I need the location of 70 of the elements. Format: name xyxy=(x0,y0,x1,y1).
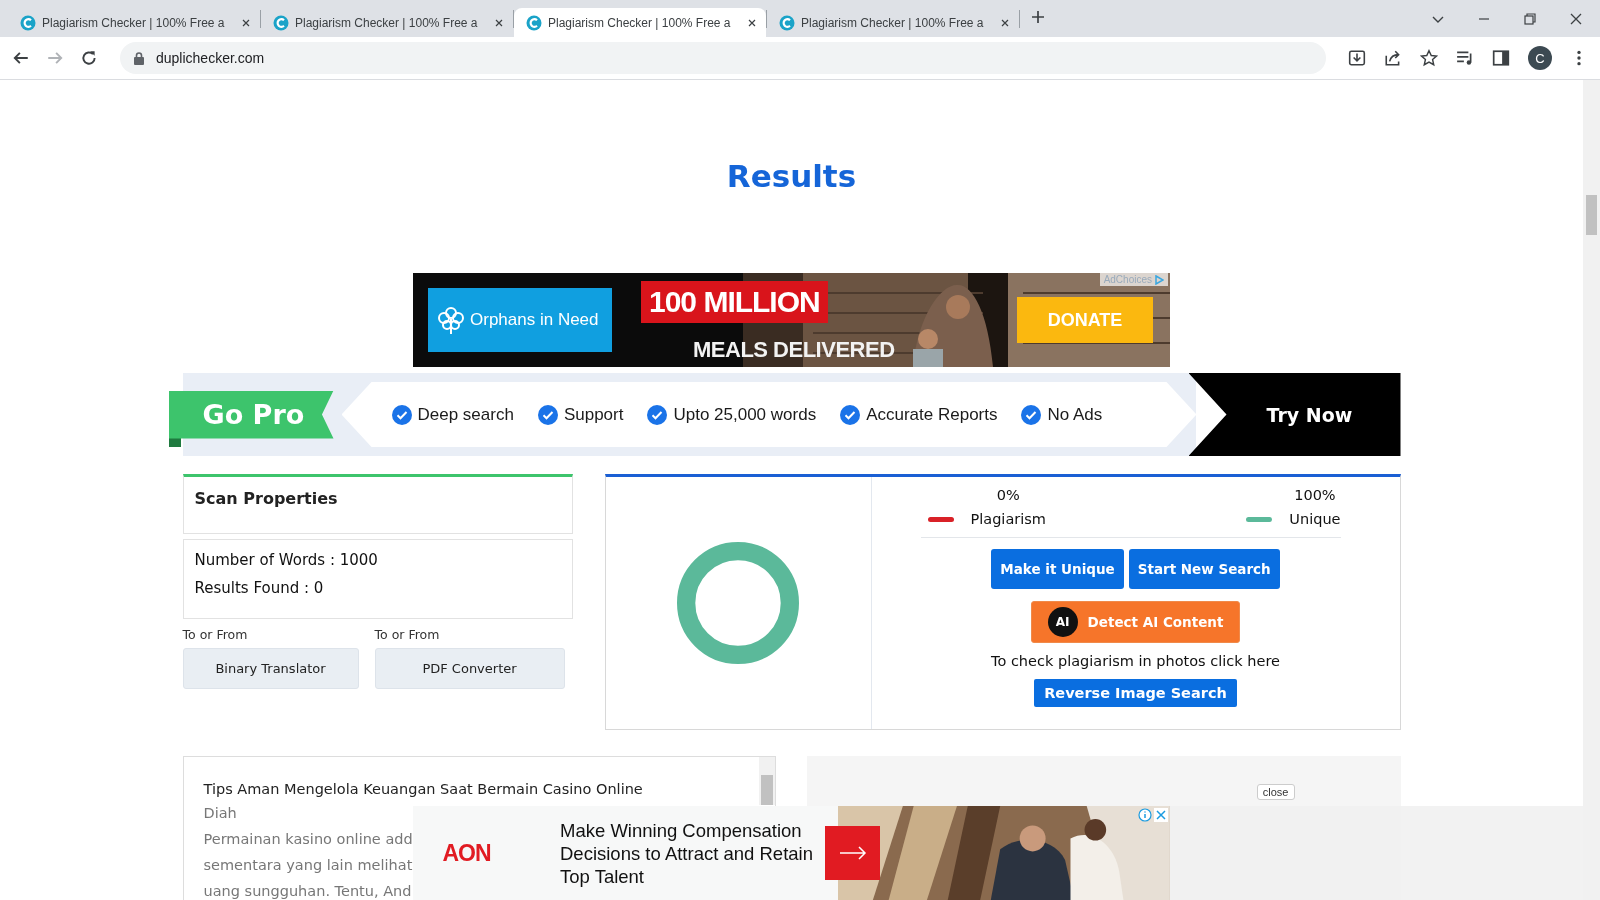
browser-tab[interactable]: Plagiarism Checker | 100% Free a xyxy=(8,8,260,37)
feature-label: Support xyxy=(563,404,624,425)
download-icon[interactable] xyxy=(1348,49,1366,67)
feature-label: Upto 25,000 words xyxy=(673,404,817,425)
bottom-ad[interactable]: AON Make Winning Compensation Decisions to Attract and Retain Top Talent xyxy=(413,806,1170,900)
site-favicon-icon xyxy=(273,14,289,31)
scrollbar[interactable] xyxy=(758,757,775,805)
arrow-icon xyxy=(838,846,867,860)
action-button[interactable]: Start New Search xyxy=(1128,549,1280,589)
lock-icon xyxy=(134,51,144,65)
percent-value: 100% xyxy=(1294,487,1336,503)
site-favicon-icon xyxy=(779,14,795,31)
check-icon xyxy=(647,404,668,425)
detect-ai-button[interactable]: AI Detect AI Content xyxy=(1030,601,1241,643)
check-icon xyxy=(537,404,558,425)
ad-text: Make Winning Compensation Decisions to Attract and Retain Top Talent xyxy=(559,818,814,889)
results-heading: Results xyxy=(726,158,857,196)
close-button[interactable]: close xyxy=(1256,784,1295,800)
reload-icon[interactable] xyxy=(80,49,98,67)
check-icon xyxy=(391,404,412,425)
article-title: Tips Aman Mengelola Keuangan Saat Bermain Casino Online xyxy=(203,781,643,797)
tool-button[interactable]: Binary Translator xyxy=(182,648,359,689)
article-text: Permainan kasino online add xyxy=(203,830,413,849)
flower-icon xyxy=(436,305,466,335)
photo-hint: To check plagiarism in photos click here xyxy=(991,653,1280,669)
tool-button[interactable]: PDF Converter xyxy=(374,648,565,689)
feature-label: Accurate Reports xyxy=(866,404,998,425)
reverse-image-search-button[interactable]: Reverse Image Search xyxy=(1034,679,1237,707)
share-icon[interactable] xyxy=(1384,49,1402,67)
new-tab-icon[interactable] xyxy=(1030,8,1046,25)
legend-label: Unique xyxy=(1289,511,1341,527)
card-title: Scan Properties xyxy=(194,489,338,508)
action-button[interactable]: Make it Unique xyxy=(991,549,1124,589)
feature-label: Deep search xyxy=(417,404,514,425)
scroll-thumb[interactable] xyxy=(1586,195,1597,235)
browser-tab[interactable]: Plagiarism Checker | 100% Free a xyxy=(261,8,513,37)
media-list-icon[interactable] xyxy=(1456,49,1474,67)
go-pro-badge: Go Pro xyxy=(168,390,334,439)
stat-text: Results Found : 0 xyxy=(194,579,325,597)
feature-label: No Ads xyxy=(1047,404,1103,425)
percent-value: 0% xyxy=(996,487,1020,503)
brand-name: Orphans in Need xyxy=(470,310,599,330)
play-triangle-icon xyxy=(1154,274,1164,285)
profile-avatar[interactable]: C xyxy=(1528,46,1552,70)
ad-subline: MEALS DELIVERED xyxy=(693,337,895,363)
ad-headline: 100 MILLION xyxy=(641,281,828,323)
restore-icon[interactable] xyxy=(1522,10,1538,27)
info-icon[interactable] xyxy=(1138,808,1152,822)
legend-label: Plagiarism xyxy=(970,511,1046,527)
star-icon[interactable] xyxy=(1420,49,1438,67)
check-icon xyxy=(840,404,861,425)
article-text: uang sungguhan. Tentu, And xyxy=(203,882,412,900)
site-favicon-icon xyxy=(526,14,542,31)
browser-tab[interactable]: Plagiarism Checker | 100% Free a xyxy=(767,8,1019,37)
ribbon-fold xyxy=(168,438,181,447)
address-bar[interactable]: duplichecker.com xyxy=(120,42,1326,74)
article-text: sementara yang lain melihat xyxy=(203,856,413,875)
stat-text: Number of Words : 1000 xyxy=(194,551,379,569)
browser-tab[interactable]: Plagiarism Checker | 100% Free a xyxy=(514,8,766,37)
brand-logo: AON xyxy=(441,838,492,868)
article-author: Diah xyxy=(203,804,237,823)
check-icon xyxy=(1021,404,1042,425)
scrollbar[interactable] xyxy=(1583,80,1600,900)
scroll-thumb[interactable] xyxy=(760,775,773,805)
try-now-button[interactable]: Try Now xyxy=(1188,373,1401,456)
tool-caption: To or From xyxy=(182,627,249,642)
arrow-button[interactable] xyxy=(825,826,880,880)
side-panel-icon[interactable] xyxy=(1492,49,1510,67)
tool-caption: To or From xyxy=(374,627,441,642)
site-favicon-icon xyxy=(20,14,36,31)
